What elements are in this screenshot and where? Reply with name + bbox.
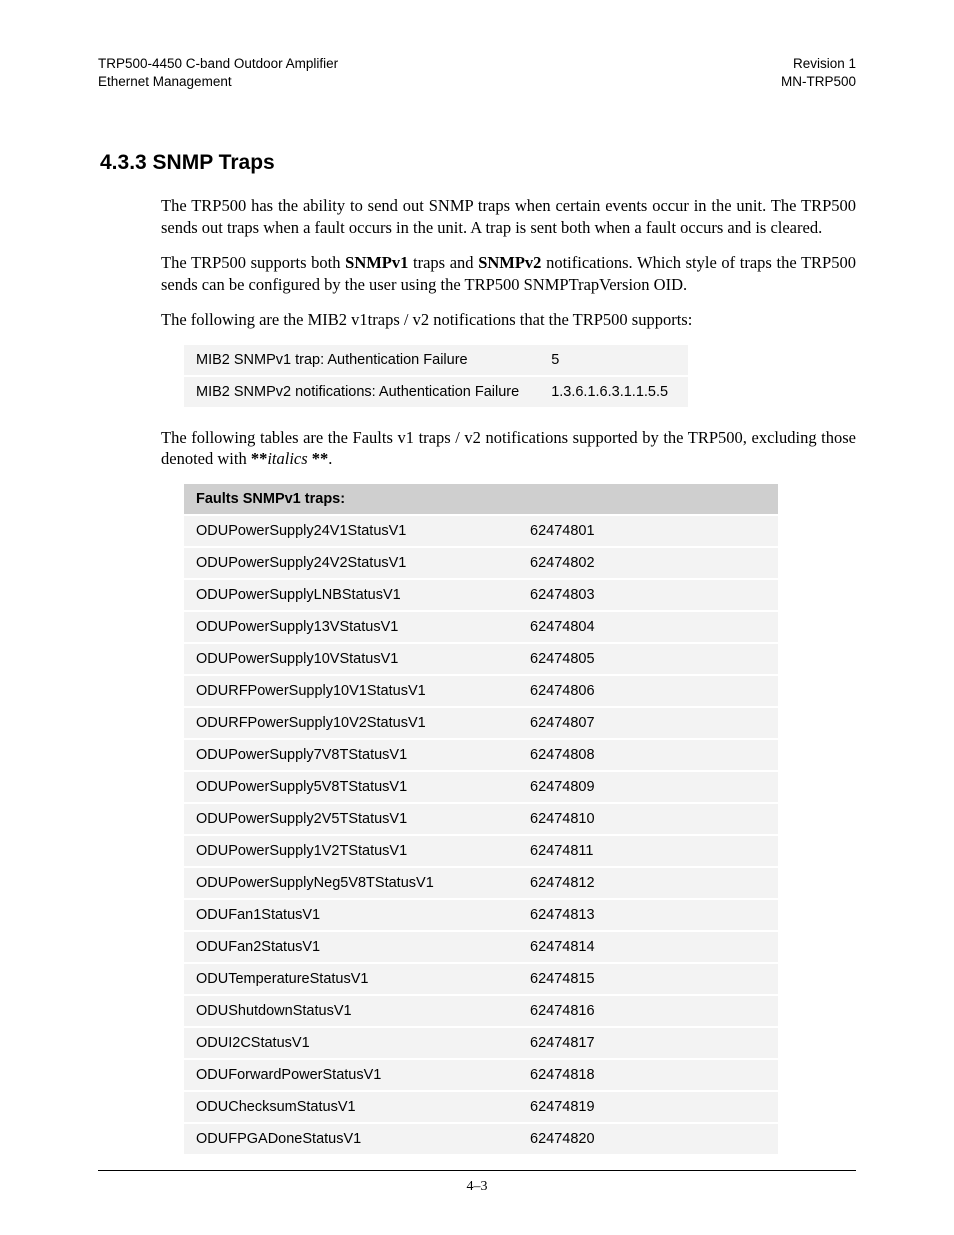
table-row: MIB2 SNMPv1 trap: Authentication Failure… — [184, 345, 688, 376]
fault-id-cell: 62474810 — [518, 803, 778, 835]
fault-name-cell: ODUFan1StatusV1 — [184, 899, 518, 931]
fault-name-cell: ODURFPowerSupply10V1StatusV1 — [184, 675, 518, 707]
fault-name-cell: ODUForwardPowerStatusV1 — [184, 1059, 518, 1091]
fault-id-cell: 62474806 — [518, 675, 778, 707]
fault-id-cell: 62474814 — [518, 931, 778, 963]
table-row: ODUFan1StatusV162474813 — [184, 899, 778, 931]
fault-id-cell: 62474820 — [518, 1123, 778, 1155]
fault-name-cell: ODUFPGADoneStatusV1 — [184, 1123, 518, 1155]
fault-id-cell: 62474809 — [518, 771, 778, 803]
table-row: ODUPowerSupplyNeg5V8TStatusV162474812 — [184, 867, 778, 899]
section-heading: 4.3.3 SNMP Traps — [100, 151, 856, 175]
fault-id-cell: 62474818 — [518, 1059, 778, 1091]
header-right: Revision 1 MN-TRP500 — [781, 55, 856, 91]
fault-id-cell: 62474804 — [518, 611, 778, 643]
header-left-line1: TRP500-4450 C-band Outdoor Amplifier — [98, 56, 338, 71]
page-number: 4–3 — [467, 1179, 488, 1194]
fault-id-cell: 62474801 — [518, 515, 778, 547]
table-row: ODUPowerSupply7V8TStatusV162474808 — [184, 739, 778, 771]
fault-id-cell: 62474812 — [518, 867, 778, 899]
table-row: ODUForwardPowerStatusV162474818 — [184, 1059, 778, 1091]
table-row: ODUPowerSupply24V2StatusV162474802 — [184, 547, 778, 579]
fault-id-cell: 62474815 — [518, 963, 778, 995]
mib2-value-cell: 1.3.6.1.6.3.1.1.5.5 — [539, 376, 688, 408]
fault-name-cell: ODUTemperatureStatusV1 — [184, 963, 518, 995]
fault-name-cell: ODUFan2StatusV1 — [184, 931, 518, 963]
page-header: TRP500-4450 C-band Outdoor Amplifier Eth… — [98, 55, 856, 91]
para2-bold-snmpv1: SNMPv1 — [345, 253, 408, 272]
faults-table: Faults SNMPv1 traps: ODUPowerSupply24V1S… — [184, 484, 778, 1156]
header-left-line2: Ethernet Management — [98, 74, 232, 89]
fault-name-cell: ODUChecksumStatusV1 — [184, 1091, 518, 1123]
mib2-tbody: MIB2 SNMPv1 trap: Authentication Failure… — [184, 345, 688, 408]
page: TRP500-4450 C-band Outdoor Amplifier Eth… — [0, 0, 954, 1235]
table-row: ODUShutdownStatusV162474816 — [184, 995, 778, 1027]
table-row: ODUPowerSupply2V5TStatusV162474810 — [184, 803, 778, 835]
faults-header-row: Faults SNMPv1 traps: — [184, 484, 778, 515]
fault-name-cell: ODURFPowerSupply10V2StatusV1 — [184, 707, 518, 739]
fault-id-cell: 62474817 — [518, 1027, 778, 1059]
fault-id-cell: 62474805 — [518, 643, 778, 675]
table-row: ODUPowerSupply1V2TStatusV162474811 — [184, 835, 778, 867]
fault-id-cell: 62474816 — [518, 995, 778, 1027]
paragraph-4: The following tables are the Faults v1 t… — [161, 427, 856, 470]
para2-bold-snmpv2: SNMPv2 — [478, 253, 541, 272]
table-row: ODUPowerSupply5V8TStatusV162474809 — [184, 771, 778, 803]
fault-name-cell: ODUPowerSupply24V1StatusV1 — [184, 515, 518, 547]
table-row: ODUFan2StatusV162474814 — [184, 931, 778, 963]
header-right-line1: Revision 1 — [793, 56, 856, 71]
para4-part-e: . — [328, 449, 332, 468]
para4-italics: italics — [267, 449, 307, 468]
table-row: ODUChecksumStatusV162474819 — [184, 1091, 778, 1123]
mib2-label-cell: MIB2 SNMPv2 notifications: Authenticatio… — [184, 376, 539, 408]
para4-asterisks-open: ** — [251, 449, 268, 468]
fault-name-cell: ODUPowerSupplyNeg5V8TStatusV1 — [184, 867, 518, 899]
table-row: ODUFPGADoneStatusV162474820 — [184, 1123, 778, 1155]
table-row: MIB2 SNMPv2 notifications: Authenticatio… — [184, 376, 688, 408]
fault-id-cell: 62474803 — [518, 579, 778, 611]
header-right-line2: MN-TRP500 — [781, 74, 856, 89]
table-row: ODUPowerSupply10VStatusV162474805 — [184, 643, 778, 675]
fault-name-cell: ODUPowerSupply24V2StatusV1 — [184, 547, 518, 579]
mib2-table: MIB2 SNMPv1 trap: Authentication Failure… — [184, 345, 688, 409]
paragraph-3: The following are the MIB2 v1traps / v2 … — [161, 309, 856, 330]
fault-id-cell: 62474808 — [518, 739, 778, 771]
para2-part-a: The TRP500 supports both — [161, 253, 345, 272]
fault-id-cell: 62474819 — [518, 1091, 778, 1123]
fault-name-cell: ODUPowerSupplyLNBStatusV1 — [184, 579, 518, 611]
fault-id-cell: 62474813 — [518, 899, 778, 931]
table-row: ODURFPowerSupply10V2StatusV162474807 — [184, 707, 778, 739]
paragraph-2: The TRP500 supports both SNMPv1 traps an… — [161, 252, 856, 295]
fault-name-cell: ODUPowerSupply5V8TStatusV1 — [184, 771, 518, 803]
table-row: ODUPowerSupplyLNBStatusV162474803 — [184, 579, 778, 611]
table-row: ODUTemperatureStatusV162474815 — [184, 963, 778, 995]
fault-name-cell: ODUPowerSupply7V8TStatusV1 — [184, 739, 518, 771]
para2-part-b2: traps and — [408, 253, 478, 272]
table-row: ODUPowerSupply24V1StatusV162474801 — [184, 515, 778, 547]
paragraph-1: The TRP500 has the ability to send out S… — [161, 195, 856, 238]
fault-name-cell: ODUI2CStatusV1 — [184, 1027, 518, 1059]
fault-id-cell: 62474811 — [518, 835, 778, 867]
table-row: ODURFPowerSupply10V1StatusV162474806 — [184, 675, 778, 707]
fault-name-cell: ODUShutdownStatusV1 — [184, 995, 518, 1027]
table-row: ODUPowerSupply13VStatusV162474804 — [184, 611, 778, 643]
page-footer: 4–3 — [0, 1170, 954, 1195]
mib2-label-cell: MIB2 SNMPv1 trap: Authentication Failure — [184, 345, 539, 376]
mib2-table-wrap: MIB2 SNMPv1 trap: Authentication Failure… — [184, 345, 856, 409]
fault-name-cell: ODUPowerSupply2V5TStatusV1 — [184, 803, 518, 835]
mib2-value-cell: 5 — [539, 345, 688, 376]
faults-tbody: ODUPowerSupply24V1StatusV162474801ODUPow… — [184, 515, 778, 1155]
para4-asterisks-close: ** — [308, 449, 329, 468]
fault-name-cell: ODUPowerSupply1V2TStatusV1 — [184, 835, 518, 867]
table-row: ODUI2CStatusV162474817 — [184, 1027, 778, 1059]
fault-id-cell: 62474807 — [518, 707, 778, 739]
faults-thead: Faults SNMPv1 traps: — [184, 484, 778, 515]
faults-header-cell: Faults SNMPv1 traps: — [184, 484, 778, 515]
fault-name-cell: ODUPowerSupply13VStatusV1 — [184, 611, 518, 643]
faults-table-wrap: Faults SNMPv1 traps: ODUPowerSupply24V1S… — [184, 484, 856, 1156]
fault-id-cell: 62474802 — [518, 547, 778, 579]
fault-name-cell: ODUPowerSupply10VStatusV1 — [184, 643, 518, 675]
footer-rule — [98, 1170, 856, 1171]
header-left: TRP500-4450 C-band Outdoor Amplifier Eth… — [98, 55, 338, 91]
